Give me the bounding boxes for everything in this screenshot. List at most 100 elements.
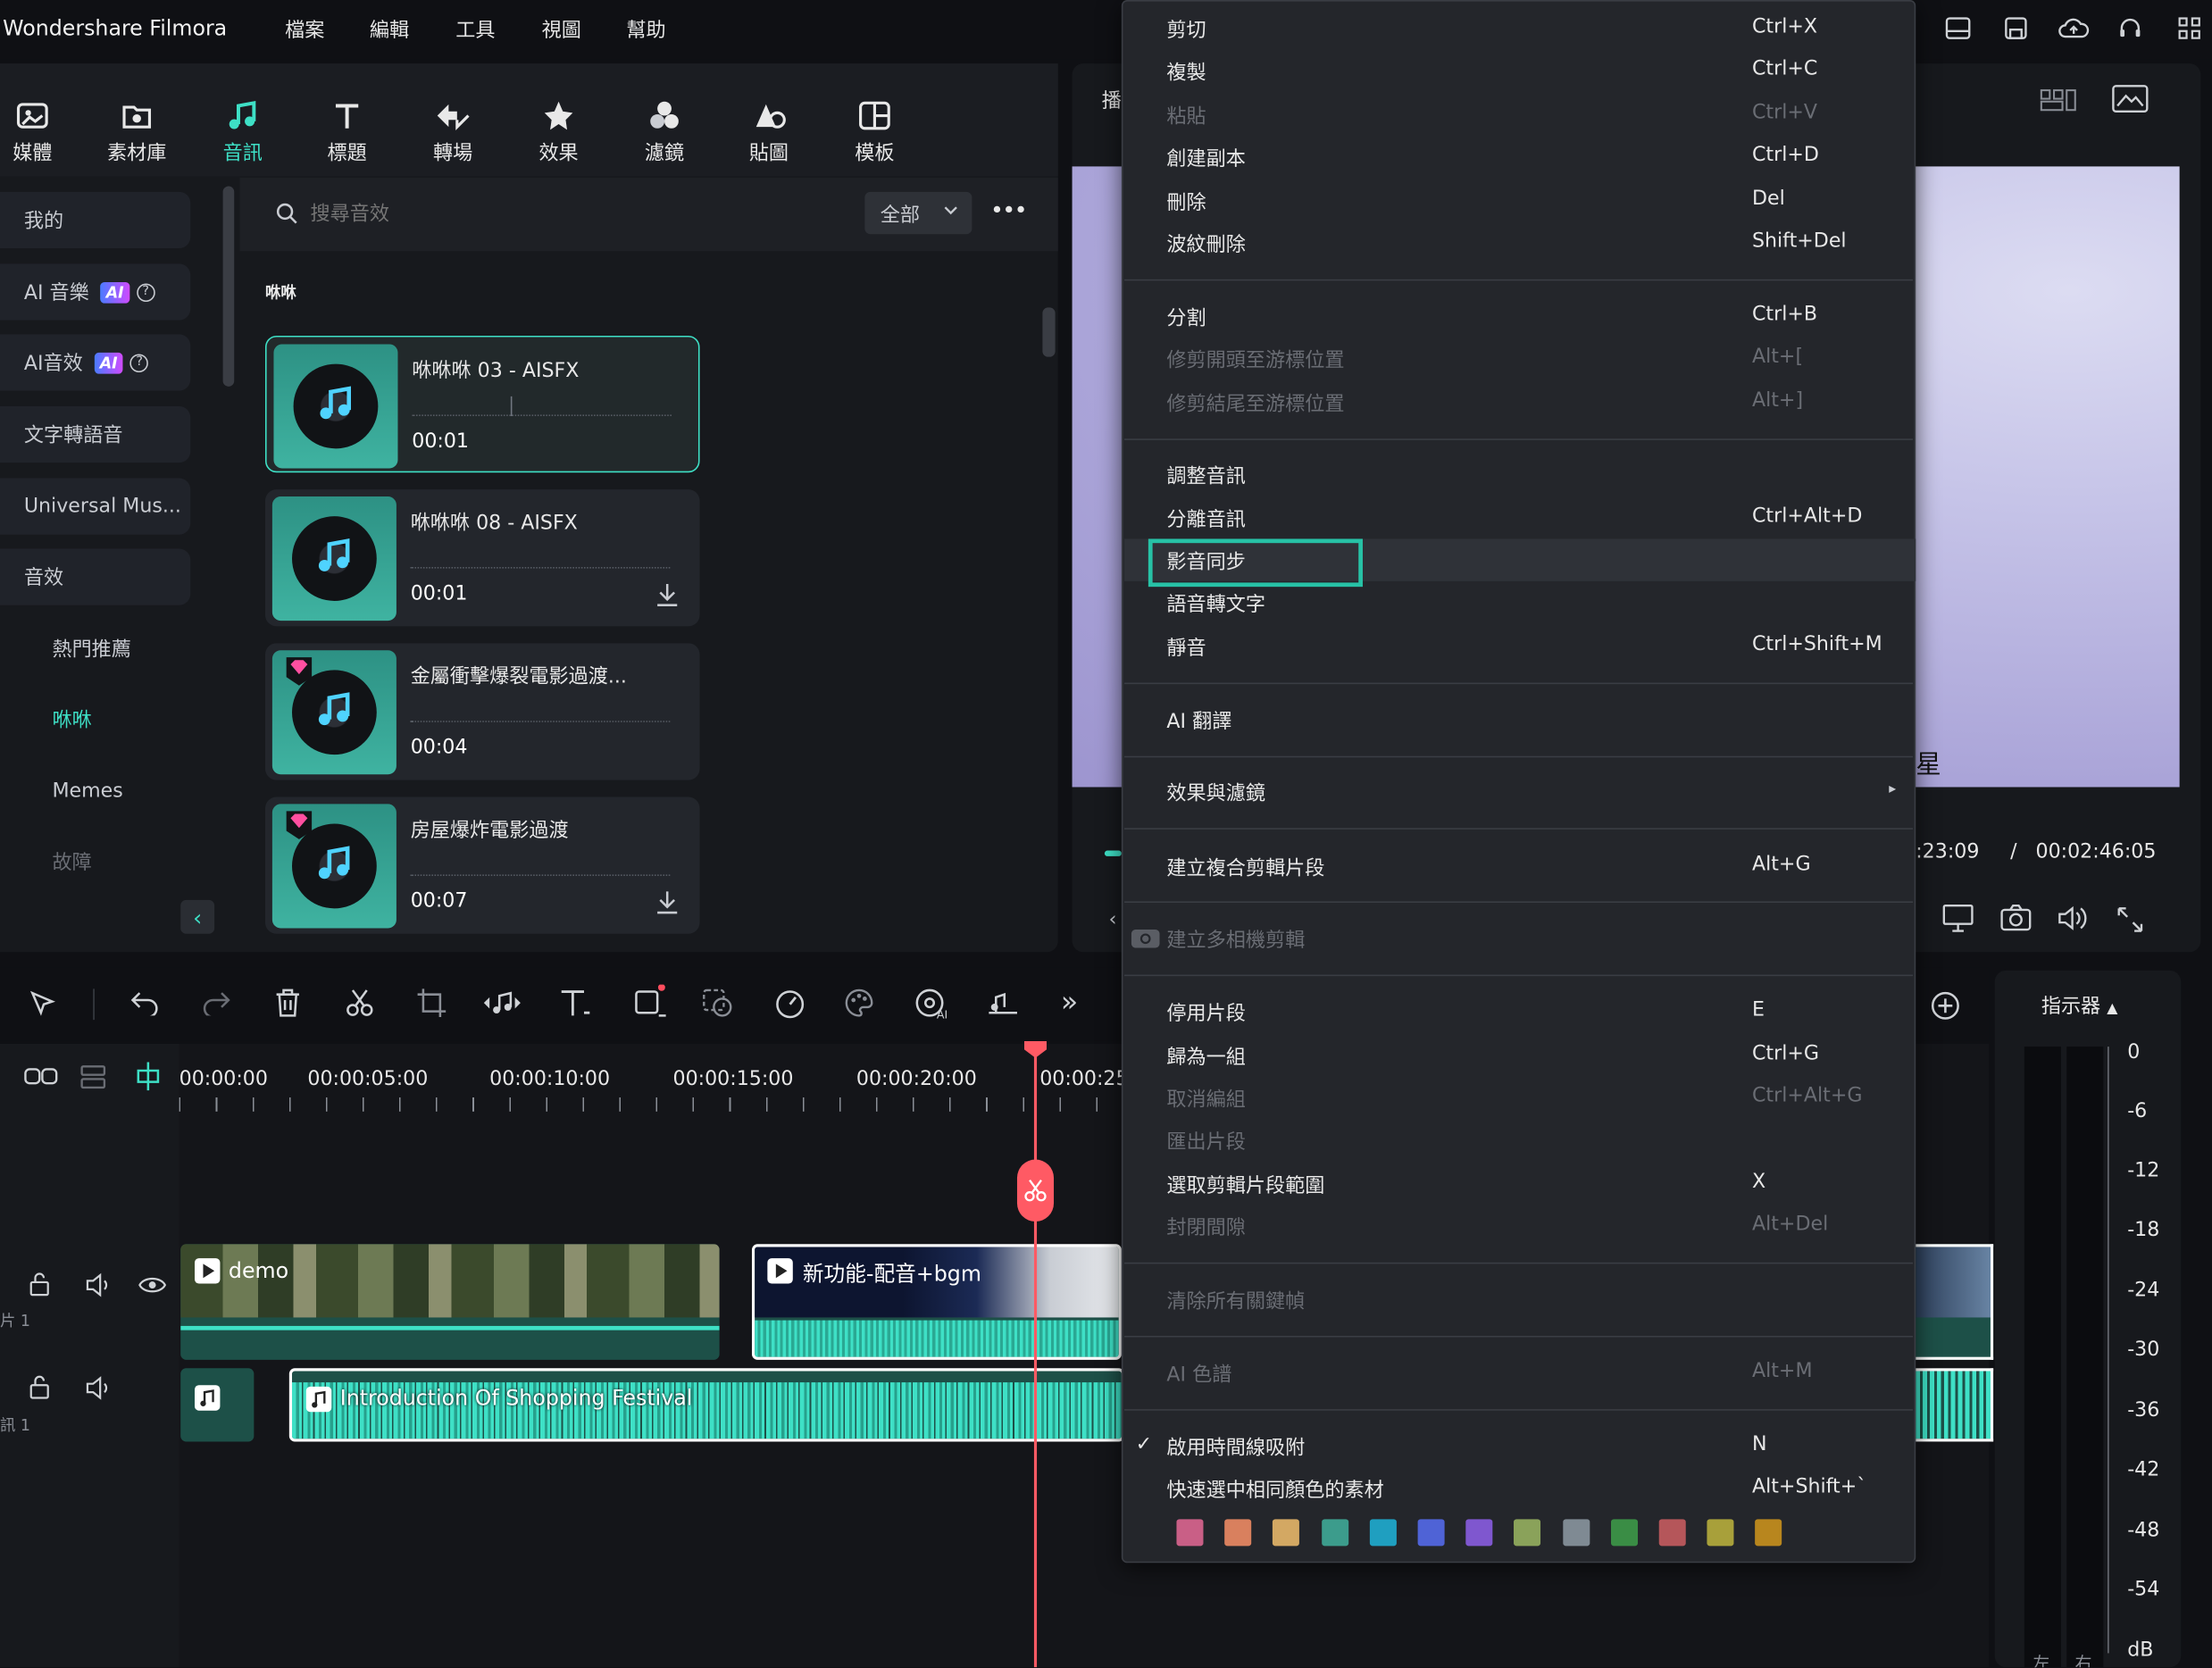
menu-item-detach-audio[interactable]: 分離音訊	[1166, 505, 1245, 534]
add-track-icon[interactable]	[1930, 990, 1961, 1022]
menu-item-trim-end[interactable]: 修剪結尾至游標位置	[1166, 389, 1344, 418]
color-swatch[interactable]	[1562, 1519, 1590, 1547]
color-swatch[interactable]	[1465, 1519, 1493, 1547]
sidebar-item-sfx[interactable]: 音效	[0, 548, 191, 605]
ai-tool-icon[interactable]: AI	[914, 986, 951, 1020]
audio-clip-right[interactable]	[1916, 1368, 1994, 1442]
display-icon[interactable]	[1942, 904, 1974, 933]
color-swatch[interactable]	[1707, 1519, 1734, 1547]
color-swatch[interactable]	[1658, 1519, 1686, 1547]
audio-card[interactable]: 金屬衝擊爆裂電影過渡... 00:04	[264, 643, 700, 780]
tab-audio[interactable]: 音訊	[200, 93, 285, 166]
speaker-icon[interactable]	[85, 1375, 113, 1400]
sidebar-item-ai-music[interactable]: AI 音樂 AI ?	[0, 263, 191, 321]
meter-title[interactable]: 指示器 ▲	[2041, 992, 2118, 1021]
menu-item-ai-translate[interactable]: AI 翻譯	[1166, 706, 1231, 735]
menu-item-ai-color[interactable]: AI 色譜	[1166, 1360, 1231, 1389]
color-swatch[interactable]	[1755, 1519, 1782, 1547]
menu-item-export-clip[interactable]: 匯出片段	[1166, 1127, 1245, 1155]
color-palette-icon[interactable]	[844, 988, 875, 1019]
sidebar-scrollbar[interactable]	[222, 186, 235, 387]
menu-item-ripple-delete[interactable]: 波紋刪除	[1166, 229, 1245, 258]
menu-help[interactable]: 幫助	[626, 15, 665, 44]
mask-tool-icon[interactable]	[701, 988, 735, 1019]
tab-templates[interactable]: 模板	[832, 93, 917, 166]
video-clip-new-feature[interactable]: 新功能-配音+bgm	[751, 1244, 1122, 1360]
menu-item-paste[interactable]: 粘貼	[1166, 102, 1206, 130]
menu-item-select-same-color[interactable]: 快速選中相同顏色的素材	[1166, 1475, 1383, 1504]
tab-effects[interactable]: 效果	[516, 93, 601, 166]
tab-transitions[interactable]: 轉場	[411, 93, 496, 166]
shape-tool-icon[interactable]	[633, 984, 670, 1019]
undo-icon[interactable]	[129, 990, 161, 1016]
prev-frame-icon[interactable]: ‹	[1109, 908, 1117, 930]
audio-card[interactable]: 咻咻咻 03 - AISFX 00:01	[264, 335, 700, 473]
grid-apps-icon[interactable]	[2175, 14, 2204, 43]
menu-item-av-sync[interactable]: 影音同步	[1166, 547, 1245, 576]
audio-ducking-icon[interactable]	[986, 988, 1020, 1019]
select-cursor-icon[interactable]	[29, 988, 60, 1020]
sidebar-item-memes[interactable]: Memes	[0, 763, 190, 820]
tab-media[interactable]: 媒體	[0, 93, 75, 166]
menu-item-timeline-snap[interactable]: 啟用時間線吸附	[1166, 1433, 1305, 1462]
menu-item-trim-start[interactable]: 修剪開頭至游標位置	[1166, 346, 1344, 374]
snap-magnet-icon[interactable]	[132, 1061, 163, 1092]
audio-clip-small[interactable]	[180, 1368, 255, 1442]
headset-icon[interactable]	[2116, 14, 2145, 43]
tab-titles[interactable]: 標題	[305, 93, 389, 166]
image-quality-icon[interactable]	[2112, 85, 2149, 113]
grid-view-icon[interactable]	[2040, 88, 2076, 113]
filter-dropdown[interactable]: 全部	[864, 191, 972, 235]
volume-icon[interactable]	[2057, 905, 2088, 933]
video-clip-right[interactable]	[1916, 1244, 1994, 1360]
menu-item-duplicate[interactable]: 創建副本	[1166, 144, 1245, 172]
sidebar-item-whoosh[interactable]: 咻咻	[0, 691, 190, 747]
color-swatch[interactable]	[1273, 1519, 1300, 1547]
audio-stretch-icon[interactable]	[481, 988, 523, 1019]
speaker-icon[interactable]	[85, 1272, 113, 1297]
snapshot-camera-icon[interactable]	[2000, 904, 2032, 933]
speed-icon[interactable]	[773, 988, 807, 1019]
menu-item-effects-filters[interactable]: 效果與濾鏡	[1166, 779, 1265, 807]
audio-card[interactable]: 咻咻咻 08 - AISFX 00:01	[264, 489, 700, 627]
scissors-icon[interactable]	[344, 988, 375, 1019]
search-input[interactable]	[310, 194, 819, 232]
tab-filters[interactable]: 濾鏡	[622, 93, 707, 166]
track-manager-icon[interactable]	[79, 1063, 110, 1089]
help-icon[interactable]: ?	[129, 353, 149, 372]
menu-item-close-gap[interactable]: 封閉間隙	[1166, 1213, 1245, 1242]
color-swatch[interactable]	[1321, 1519, 1348, 1547]
sidebar-item-tts[interactable]: 文字轉語音	[0, 405, 191, 463]
eye-icon[interactable]	[138, 1275, 167, 1295]
menu-item-clear-keyframes[interactable]: 清除所有關鍵幀	[1166, 1287, 1305, 1315]
sidebar-item-popular[interactable]: 熱門推薦	[0, 621, 190, 677]
menu-edit[interactable]: 編輯	[370, 15, 409, 44]
color-swatch[interactable]	[1176, 1519, 1204, 1547]
menu-item-split[interactable]: 分割	[1166, 304, 1206, 332]
more-tools-icon[interactable]: »	[1061, 985, 1078, 1019]
audio-card[interactable]: 房屋爆炸電影過渡 00:07	[264, 796, 700, 934]
video-clip-demo[interactable]: demo	[180, 1244, 720, 1360]
progress-handle[interactable]	[1104, 850, 1122, 856]
menu-item-create-compound[interactable]: 建立複合剪輯片段	[1166, 854, 1324, 882]
lock-icon[interactable]	[29, 1272, 51, 1297]
redo-icon[interactable]	[200, 990, 231, 1016]
sidebar-item-mine[interactable]: 我的	[0, 191, 191, 249]
cloud-upload-icon[interactable]	[2058, 14, 2090, 43]
help-icon[interactable]: ?	[136, 282, 155, 302]
link-icon[interactable]	[24, 1063, 58, 1088]
color-swatch[interactable]	[1224, 1519, 1252, 1547]
color-swatch[interactable]	[1610, 1519, 1638, 1547]
playhead-line[interactable]	[1033, 1043, 1038, 1668]
sidebar-item-ai-sfx[interactable]: AI音效 AI ?	[0, 334, 191, 391]
menu-item-adjust-audio[interactable]: 調整音訊	[1166, 462, 1245, 490]
list-scrollbar[interactable]	[1042, 307, 1056, 357]
sidebar-item-universal-music[interactable]: Universal Mus...	[0, 478, 191, 535]
color-swatch[interactable]	[1417, 1519, 1445, 1547]
sidebar-collapse-button[interactable]: ‹	[180, 899, 215, 934]
menu-item-multicam[interactable]: 建立多相機剪輯	[1166, 925, 1305, 954]
menu-item-ungroup[interactable]: 取消編組	[1166, 1085, 1245, 1113]
crop-icon[interactable]	[416, 988, 447, 1019]
lock-icon[interactable]	[29, 1375, 51, 1400]
menu-item-group[interactable]: 歸為一組	[1166, 1042, 1245, 1071]
